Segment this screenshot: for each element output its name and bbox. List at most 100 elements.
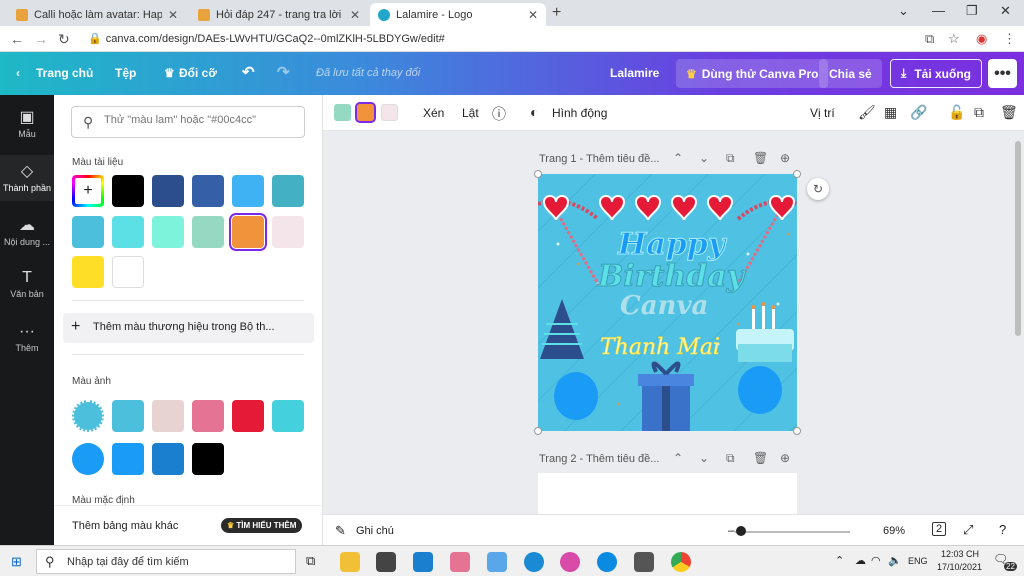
photo-thumbnail[interactable] — [72, 443, 104, 475]
vertical-scrollbar[interactable] — [1015, 141, 1021, 336]
move-up-icon[interactable]: ⌃ — [673, 151, 683, 165]
rail-item-templates[interactable]: ▣ Mẫu — [0, 107, 54, 147]
file-menu[interactable]: Tệp — [115, 66, 136, 80]
notes-button[interactable]: Ghi chú — [356, 525, 394, 537]
language-indicator[interactable]: ENG — [908, 556, 928, 566]
restore-icon[interactable]: ❐ — [966, 3, 978, 19]
crop-button[interactable]: Xén — [423, 106, 444, 120]
minimize-icon[interactable]: — — [932, 3, 945, 18]
design-page-1[interactable]: Happy Birthday Canva Thanh Mai — [538, 174, 797, 431]
rail-item-uploads[interactable]: ☁ Nội dung ... — [0, 215, 54, 255]
move-down-icon[interactable]: ⌄ — [699, 451, 709, 465]
element-color-swatch-active[interactable] — [355, 102, 376, 123]
color-swatch[interactable] — [192, 175, 224, 207]
design-page-2[interactable] — [538, 473, 797, 514]
add-page-icon[interactable]: ⊕ — [780, 451, 790, 465]
color-swatch[interactable] — [192, 400, 224, 432]
color-swatch[interactable] — [152, 216, 184, 248]
zoom-level[interactable]: 69% — [883, 525, 905, 537]
browser-tab-active[interactable]: Lalamire - Logo ✕ — [370, 3, 546, 26]
clock-time[interactable]: 12:03 CH — [941, 549, 979, 559]
edge-icon[interactable] — [524, 552, 544, 572]
zoom-out-icon[interactable]: – — [728, 523, 735, 537]
element-color-swatch[interactable] — [381, 104, 398, 121]
color-swatch[interactable] — [112, 443, 144, 475]
duplicate-page-icon[interactable]: ⧉ — [726, 151, 735, 166]
color-swatch[interactable] — [72, 216, 104, 248]
page-count[interactable]: 2 — [932, 522, 947, 536]
file-explorer-icon[interactable] — [340, 552, 360, 572]
close-tab-icon[interactable]: ✕ — [528, 8, 538, 22]
tab-search-icon[interactable]: ⌄ — [898, 3, 909, 19]
paint-icon[interactable] — [487, 552, 507, 572]
element-color-swatch[interactable] — [334, 104, 351, 121]
color-swatch[interactable] — [112, 256, 144, 288]
browser-app-icon[interactable] — [560, 552, 580, 572]
chrome-icon[interactable] — [671, 552, 691, 572]
resize-handle[interactable] — [793, 427, 801, 435]
volume-icon[interactable]: 🔈 — [888, 554, 902, 567]
more-palettes-row[interactable]: Thêm bảng màu khác ♛ TÌM HIỂU THÊM — [54, 505, 322, 545]
copy-style-icon[interactable]: 🖌 — [858, 104, 876, 121]
browser-tab[interactable]: Hỏi đáp 247 - trang tra lời ✕ — [190, 3, 368, 26]
color-swatch[interactable] — [272, 400, 304, 432]
network-icon[interactable]: ☁ — [855, 554, 866, 567]
color-swatch[interactable] — [232, 175, 264, 207]
clock-date[interactable]: 17/10/2021 — [937, 562, 982, 572]
help-icon[interactable]: ? — [999, 522, 1006, 537]
add-color-button[interactable]: + — [72, 175, 104, 207]
close-window-icon[interactable]: ✕ — [1000, 3, 1011, 19]
delete-page-icon[interactable]: 🗑 — [753, 451, 768, 465]
color-swatch[interactable] — [192, 443, 224, 475]
color-swatch-selected[interactable] — [229, 213, 267, 251]
undo-icon[interactable]: ↶ — [242, 63, 255, 81]
share-page-icon[interactable]: ⧉ — [925, 31, 934, 47]
move-up-icon[interactable]: ⌃ — [673, 451, 683, 465]
color-swatch[interactable] — [232, 400, 264, 432]
close-tab-icon[interactable]: ✕ — [350, 8, 360, 22]
rail-item-text[interactable]: T Văn bản — [0, 269, 54, 309]
fullscreen-icon[interactable]: ⤢ — [963, 522, 973, 538]
delete-icon[interactable]: 🗑 — [1000, 104, 1018, 121]
browser-menu-icon[interactable]: ⋮ — [1003, 31, 1016, 47]
back-icon[interactable]: ← — [10, 31, 24, 47]
lock-icon[interactable]: 🔓 — [948, 104, 965, 121]
rotate-icon[interactable]: ↻ — [807, 178, 829, 200]
color-swatch[interactable] — [152, 175, 184, 207]
bookmark-star-icon[interactable]: ☆ — [948, 31, 960, 47]
try-pro-button[interactable]: ♛ Dùng thử Canva Pro — [676, 59, 829, 88]
calculator-icon[interactable] — [634, 552, 654, 572]
color-swatch[interactable] — [192, 216, 224, 248]
duplicate-page-icon[interactable]: ⧉ — [726, 451, 735, 466]
resize-handle[interactable] — [793, 170, 801, 178]
more-options-button[interactable]: ••• — [988, 59, 1017, 88]
snip-icon[interactable] — [450, 552, 470, 572]
color-swatch[interactable] — [272, 175, 304, 207]
redo-icon[interactable]: ↷ — [277, 63, 290, 81]
animate-button[interactable]: Hình động — [552, 106, 607, 120]
position-button[interactable]: Vị trí — [810, 106, 835, 120]
design-title[interactable]: Lalamire — [610, 66, 659, 80]
color-swatch[interactable] — [112, 400, 144, 432]
forward-icon[interactable]: → — [34, 31, 48, 47]
color-swatch[interactable] — [72, 256, 104, 288]
zoom-slider-knob[interactable] — [736, 526, 746, 536]
share-button[interactable]: Chia sẻ — [819, 59, 882, 88]
task-view-icon[interactable]: ⧉ — [306, 553, 315, 569]
color-swatch[interactable] — [272, 216, 304, 248]
flip-button[interactable]: Lật — [462, 106, 479, 120]
page-2-title[interactable]: Trang 2 - Thêm tiêu đề... — [539, 453, 659, 465]
resize-menu[interactable]: Đổi cỡ — [179, 66, 217, 80]
tray-chevron-icon[interactable]: ⌃ — [835, 554, 844, 567]
mail-icon[interactable] — [413, 552, 433, 572]
wifi-icon[interactable]: ◠ — [871, 554, 881, 567]
photo-thumbnail[interactable] — [72, 400, 104, 432]
color-swatch[interactable] — [152, 400, 184, 432]
close-tab-icon[interactable]: ✕ — [168, 8, 178, 22]
color-swatch[interactable] — [112, 175, 144, 207]
page-1-title[interactable]: Trang 1 - Thêm tiêu đề... — [539, 153, 659, 165]
color-swatch[interactable] — [152, 443, 184, 475]
reload-icon[interactable]: ↻ — [58, 31, 70, 48]
zalo-icon[interactable] — [597, 552, 617, 572]
store-icon[interactable] — [376, 552, 396, 572]
